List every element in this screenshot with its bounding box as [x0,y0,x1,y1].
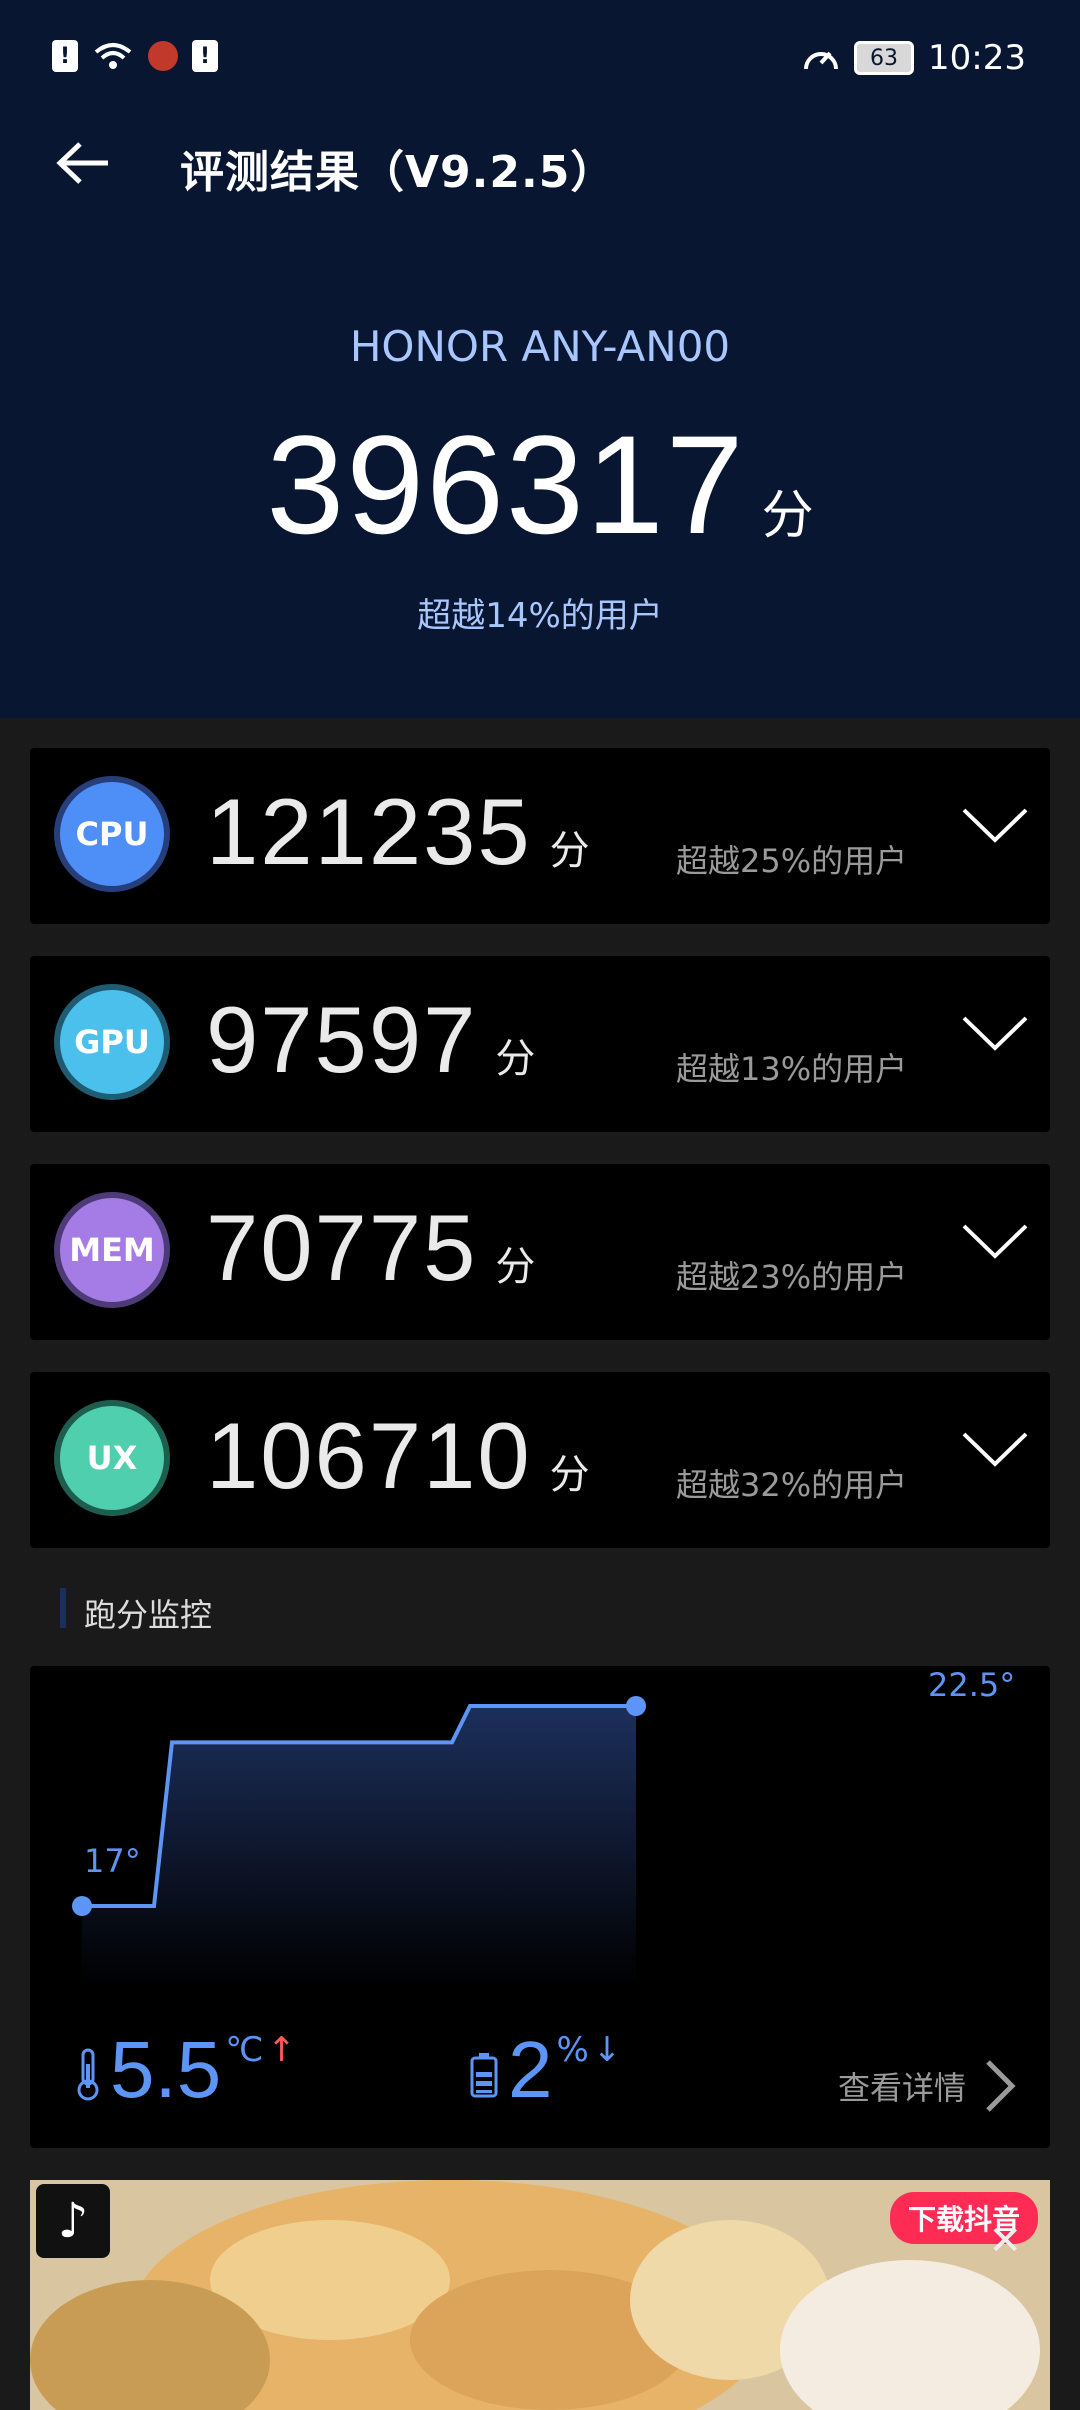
chevron-down-icon[interactable] [960,1428,1030,1470]
battery-indicator: 63 [854,41,915,75]
header-panel: ! ! 63 10:23 评测结果（V9.2.5） HONOR ANY-AN00 [0,0,1080,718]
battery-down-arrow: ↓ [592,2030,622,2070]
device-name: HONOR ANY-AN00 [349,322,731,371]
clock: 10:23 [928,38,1026,78]
ux-exceed-text: 超越32%的用户 [676,1466,908,1504]
app-bar: 评测结果（V9.2.5） [0,120,1080,206]
mem-card[interactable]: MEM 70775 分 超越23%的用户 [30,1164,1050,1340]
mem-score-unit: 分 [495,1244,538,1290]
gpu-badge: GPU [54,984,170,1100]
ux-score: 106710 分 [206,1402,592,1510]
gpu-score: 97597 分 [206,986,537,1094]
wifi-icon [94,43,132,69]
thermometer-icon [77,2048,99,2101]
total-score-value: 396317 [266,406,746,563]
chevron-down-icon[interactable] [960,1012,1030,1054]
cpu-badge: CPU [54,776,170,892]
temperature-change: 5.5 ℃ ↑ [74,2030,296,2110]
app-notification-icon [148,41,178,71]
ux-score-unit: 分 [549,1452,592,1498]
section-marker [60,1588,66,1628]
back-arrow-icon[interactable] [56,140,112,186]
temperature-area [82,1706,636,1986]
total-score-unit: 分 [761,486,814,546]
battery-change: 2 % ↓ [470,2030,621,2110]
temperature-end-point [626,1696,646,1716]
cpu-score: 121235 分 [206,778,592,886]
ux-score-value: 106710 [206,1403,532,1508]
temperature-up-arrow: ↑ [267,2030,296,2070]
ux-badge: UX [54,1400,170,1516]
gpu-score-unit: 分 [495,1036,538,1082]
view-details-label: 查看详情 [837,2069,966,2107]
battery-change-value: 2 [508,2025,553,2114]
chevron-down-icon[interactable] [960,1220,1030,1262]
cpu-exceed-text: 超越25%的用户 [676,842,908,880]
close-ad-icon[interactable]: ✕ [988,2218,1022,2264]
gpu-card[interactable]: GPU 97597 分 超越13%的用户 [30,956,1050,1132]
temperature-end-label: 22.5° [928,1666,1015,1704]
cpu-score-unit: 分 [549,828,592,874]
temperature-start-point [72,1896,92,1916]
gpu-exceed-text: 超越13%的用户 [676,1050,908,1088]
temperature-start-label: 17° [84,1842,141,1880]
status-bar: ! ! 63 10:23 [0,0,1080,120]
temperature-monitor: 17° 22.5° 5.5 ℃ ↑ 2 % ↓ 查看详情 [30,1666,1050,2148]
speedometer-icon [804,51,839,70]
mem-score-value: 70775 [206,1195,478,1300]
battery-unit: % [556,2030,589,2070]
ad-banner[interactable]: ♪ 下载抖音 ✕ [30,2180,1050,2410]
battery-alert-icon: ! [192,40,218,72]
battery-icon [470,2053,498,2098]
page-title: 评测结果（V9.2.5） [180,147,616,198]
chevron-down-icon[interactable] [960,804,1030,846]
cpu-card[interactable]: CPU 121235 分 超越25%的用户 [30,748,1050,924]
mem-score: 70775 分 [206,1194,537,1302]
gpu-score-value: 97597 [206,987,478,1092]
chevron-right-icon [986,2060,1016,2112]
view-details-button[interactable]: 查看详情 [838,2056,1020,2116]
temperature-chart: 17° 22.5° [72,1666,1015,1986]
status-left: ! ! [52,40,218,72]
total-score: 396317 分 [0,404,1080,566]
alert-icon: ! [52,40,78,72]
mem-badge: MEM [54,1192,170,1308]
total-exceed-text: 超越14%的用户 [417,596,663,636]
ux-card[interactable]: UX 106710 分 超越32%的用户 [30,1372,1050,1548]
temperature-unit: ℃ [225,2030,264,2070]
temperature-change-value: 5.5 [110,2025,222,2114]
section-title: 跑分监控 [84,1596,213,1634]
status-right: 63 10:23 [802,38,1026,78]
tiktok-logo-icon: ♪ [36,2184,110,2258]
mem-exceed-text: 超越23%的用户 [676,1258,908,1296]
cpu-score-value: 121235 [206,779,532,884]
